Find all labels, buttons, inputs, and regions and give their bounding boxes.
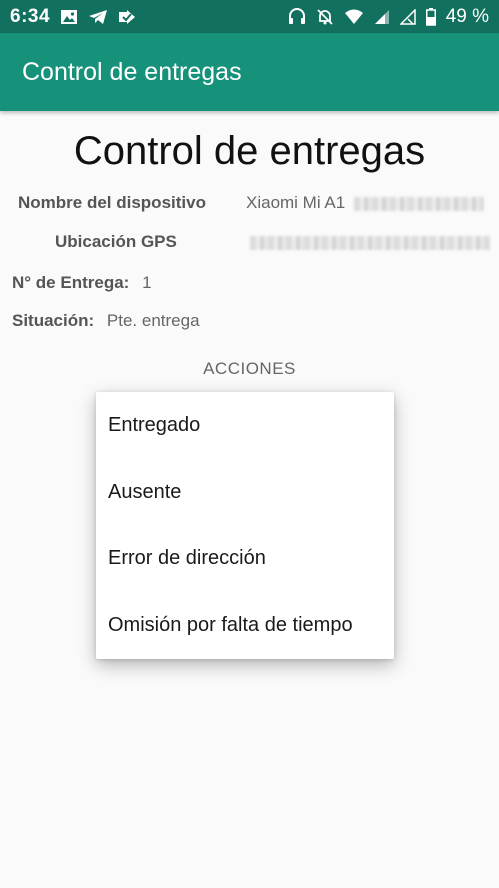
device-label: Nombre del dispositivo <box>18 193 206 212</box>
main-content: Control de entregas Nombre del dispositi… <box>0 111 499 888</box>
bell-off-icon <box>316 8 334 25</box>
situation-row: Situación: Pte. entrega <box>12 311 200 331</box>
app-bar: Control de entregas <box>0 33 499 111</box>
menu-item-error-direccion[interactable]: Error de dirección <box>96 526 394 593</box>
headphones-icon <box>288 8 306 25</box>
status-time: 6:34 <box>10 5 51 27</box>
app-bar-title: Control de entregas <box>22 57 242 86</box>
status-bar: 6:34 49 % <box>0 0 499 33</box>
telegram-icon <box>88 9 108 25</box>
actions-button[interactable]: ACCIONES <box>0 359 499 379</box>
situation-label: Situación: <box>12 311 95 330</box>
actions-menu: Entregado Ausente Error de dirección Omi… <box>96 392 394 659</box>
redacted-serial <box>353 196 484 211</box>
wifi-icon <box>344 9 364 25</box>
signal-icon <box>374 9 390 25</box>
device-label-row: Nombre del dispositivo <box>18 193 206 213</box>
situation-value: Pte. entrega <box>106 311 200 330</box>
delivery-label: N° de Entrega: <box>12 273 130 292</box>
status-right: 49 % <box>288 6 489 28</box>
image-icon <box>60 9 78 25</box>
menu-item-omision[interactable]: Omisión por falta de tiempo <box>96 592 394 659</box>
page-title: Control de entregas <box>73 129 426 173</box>
delivery-row: N° de Entrega: 1 <box>12 273 152 293</box>
device-value: Xiaomi Mi A1 <box>246 193 346 212</box>
notification-check-icon <box>118 9 136 25</box>
no-signal-icon <box>399 8 416 25</box>
redacted-gps <box>250 235 490 250</box>
battery-icon <box>425 7 436 26</box>
status-left: 6:34 <box>10 6 136 28</box>
menu-item-entregado[interactable]: Entregado <box>96 392 394 459</box>
delivery-value: 1 <box>142 273 152 292</box>
gps-label: Ubicación GPS <box>55 232 177 251</box>
device-value-row: Xiaomi Mi A1 <box>246 193 484 213</box>
menu-item-ausente[interactable]: Ausente <box>96 459 394 526</box>
battery-percent: 49 % <box>445 5 489 27</box>
gps-value-row <box>250 232 490 252</box>
gps-label-row: Ubicación GPS <box>55 232 177 252</box>
